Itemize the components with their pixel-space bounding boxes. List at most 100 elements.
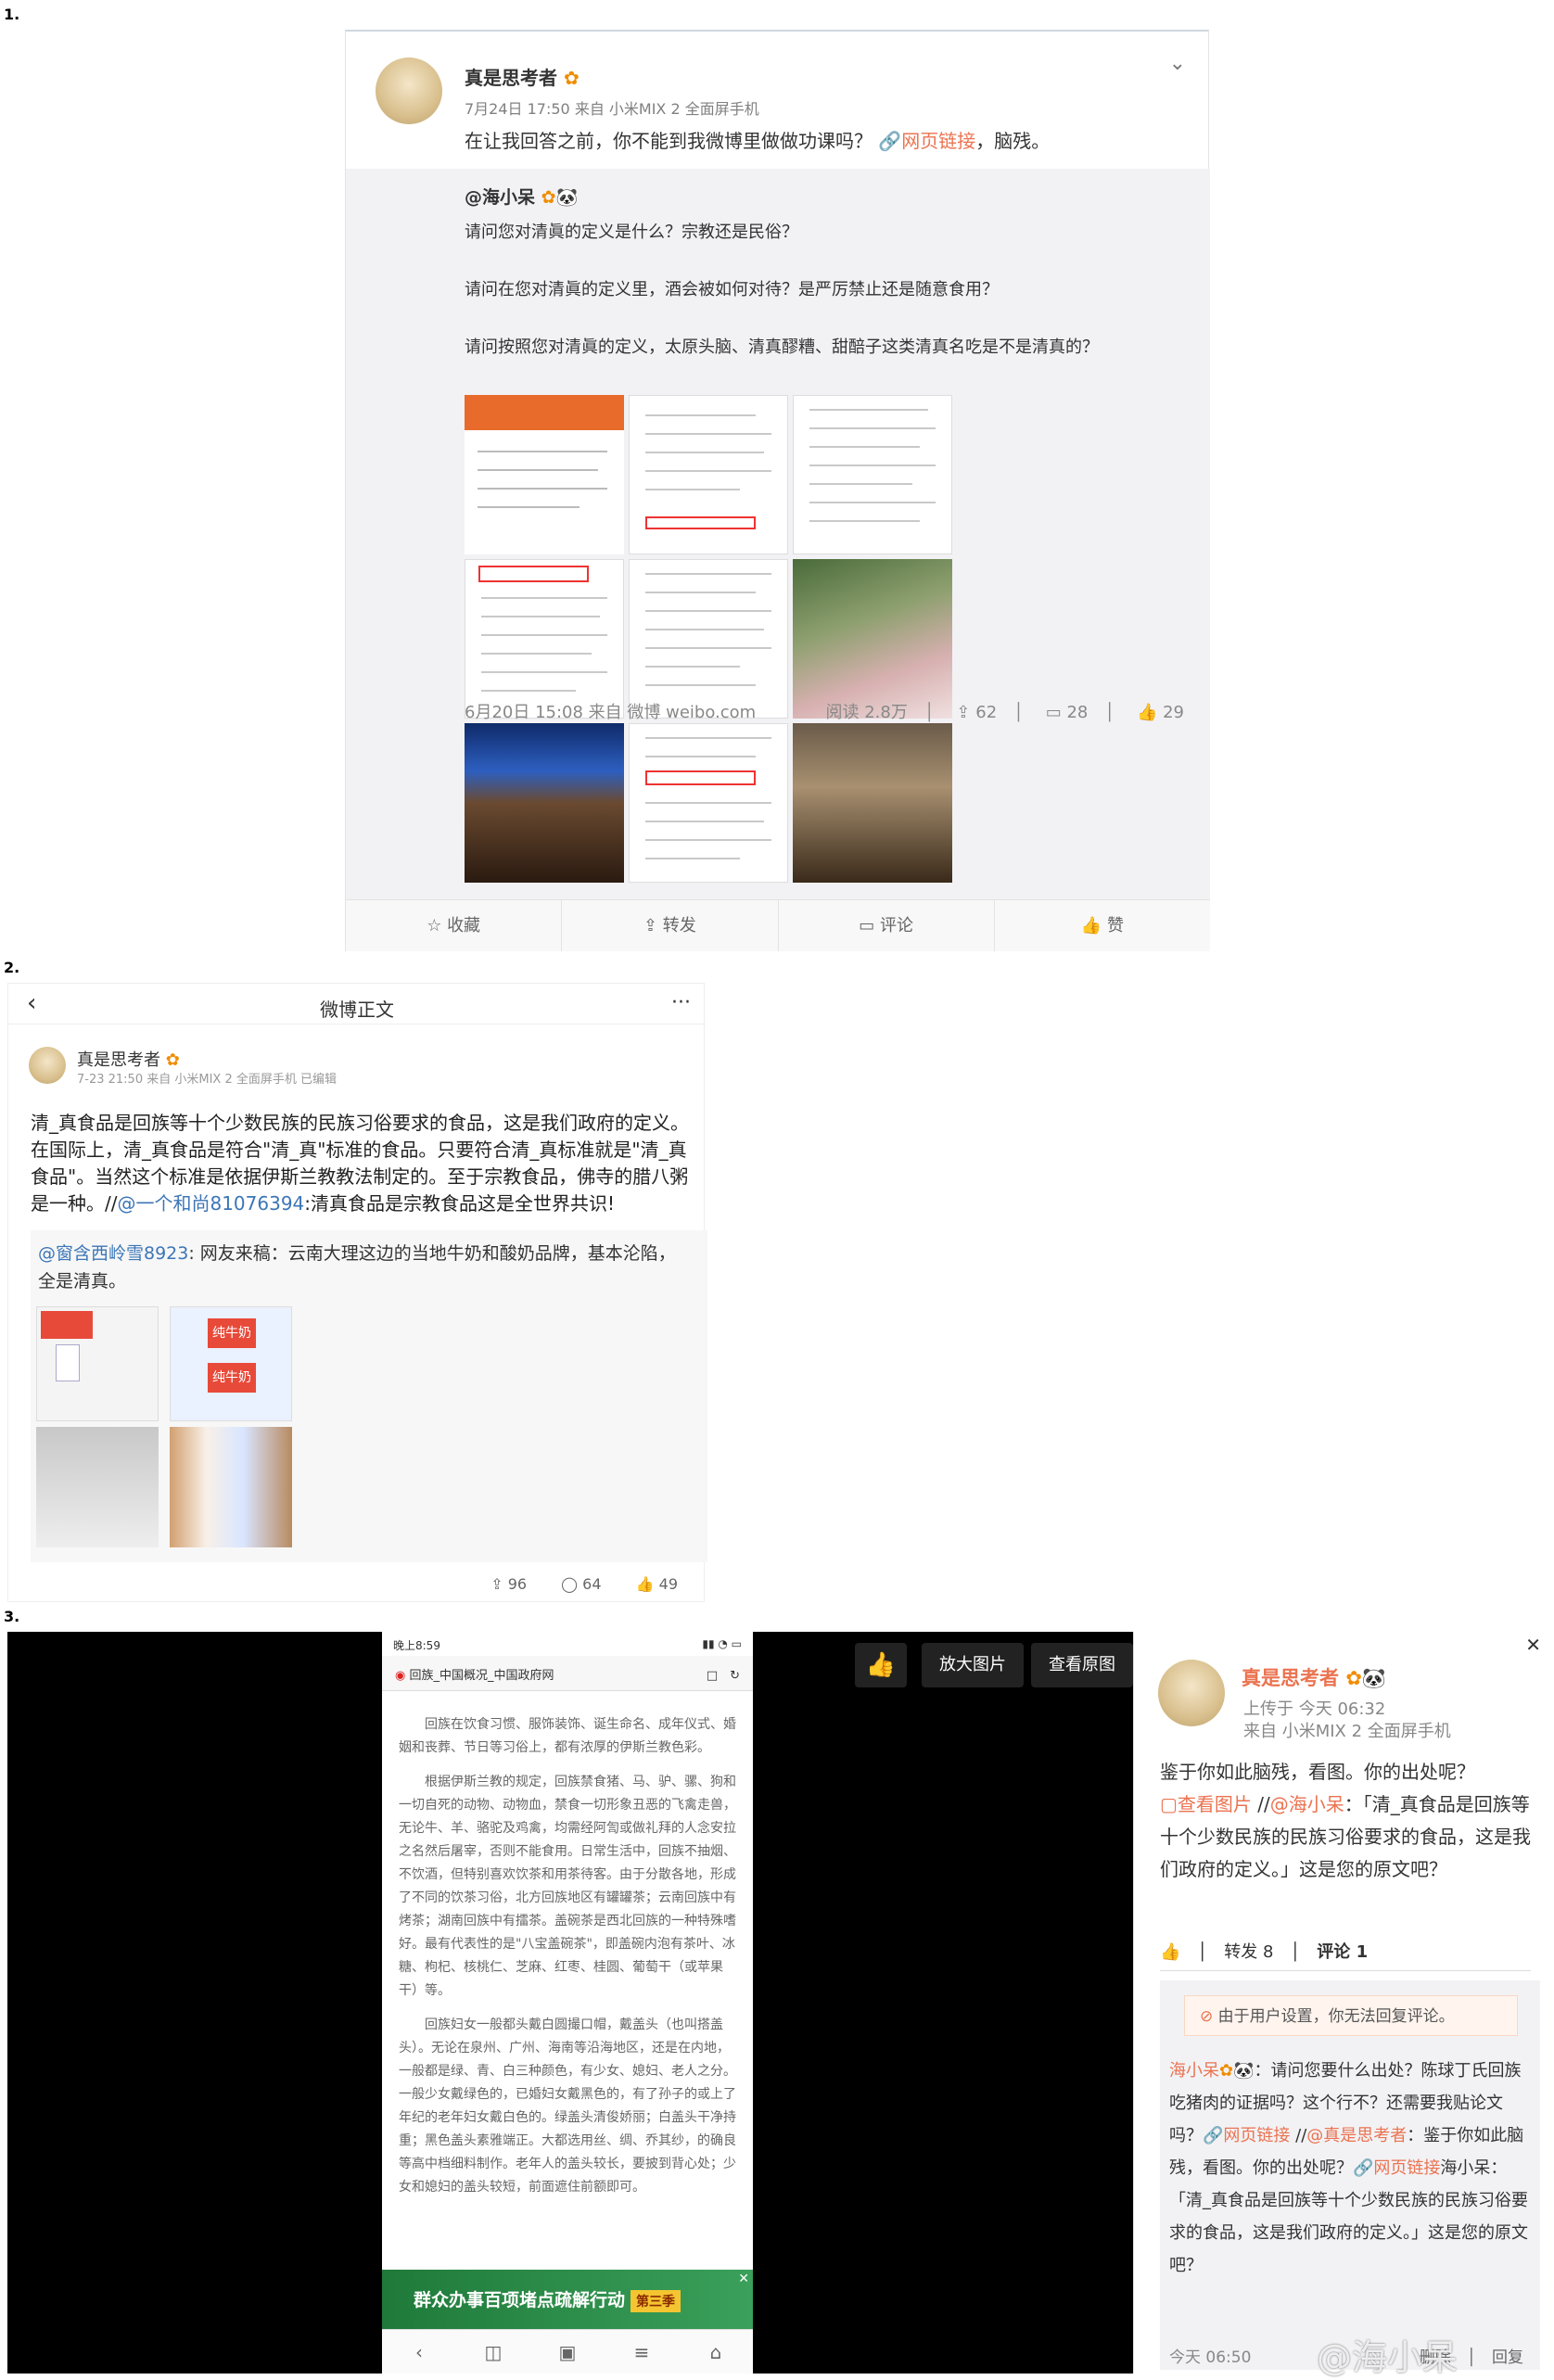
more-icon[interactable]: ···: [671, 991, 691, 1014]
repost-username[interactable]: @海小呆 ✿🐼: [465, 184, 578, 209]
username[interactable]: 真是思考者 ✿🐼: [1242, 1663, 1386, 1691]
article-paragraph: 根据伊斯兰教的规定，回族禁食猪、马、驴、骡、狗和一切自死的动物、动物血，禁食一切…: [399, 1775, 736, 1998]
post-text: 清_真食品是回族等十个少数民族的民族习俗要求的食品，这是我们政府的定义。在国际上…: [31, 1112, 689, 1215]
comment-text: 海小呆✿🐼：请问您要什么出处？陈球丁氏回族吃猪肉的证据吗？这个行不？还需要我贴论…: [1169, 2061, 1528, 2275]
post-text: 在让我回答之前，你不能到我微博里做做功课吗？ 🔗网页链接，脑残。: [465, 130, 1051, 152]
image-thumbnail[interactable]: [465, 559, 624, 719]
reposted-content: @窗含西岭雪8923: 网友来稿：云南大理这边的当地牛奶和酸奶品牌，基本沦陷，全…: [31, 1230, 707, 1562]
image-thumbnail[interactable]: [793, 559, 952, 719]
like-icon[interactable]: 👍: [636, 1575, 655, 1593]
like-icon[interactable]: 👍: [1137, 703, 1157, 722]
image-thumbnail[interactable]: [36, 1427, 159, 1547]
browser-toolbar: ‹ ◫ ▣ ≡ ⌂: [382, 2329, 753, 2374]
repost-button[interactable]: ⇪ 转发: [562, 900, 779, 951]
comment-icon: ▭: [859, 916, 875, 935]
avatar[interactable]: [376, 57, 442, 124]
image-thumbnail[interactable]: [170, 1427, 292, 1547]
back-icon: ‹: [415, 2341, 423, 2363]
post-text: 鉴于你如此脑残，看图。你的出处呢？ ▢查看图片 //@海小呆：「清_真食品是回族等…: [1160, 1761, 1531, 1880]
comment-button[interactable]: ▭ 评论: [779, 900, 995, 951]
web-link[interactable]: 网页链接: [1223, 2126, 1290, 2145]
interaction-bar: 👍 │ 转发 8 │ 评论 1: [1160, 1934, 1531, 1971]
repost-meta: 6月20日 15:08 来自 微博 weibo.com: [465, 703, 757, 722]
like-count: 49: [658, 1575, 678, 1593]
username[interactable]: 真是思考者 ✿: [465, 63, 580, 90]
close-icon[interactable]: ✕: [1525, 1634, 1541, 1656]
status-bar: 晚上8:59 ▮▮ ◔ ▭: [393, 1637, 742, 1652]
image-thumbnail[interactable]: [465, 395, 624, 554]
section-label-1: 1.: [4, 6, 20, 23]
avatar[interactable]: [29, 1047, 66, 1084]
vip-badge-icon: ✿: [1219, 2061, 1234, 2081]
star-icon: ☆: [427, 916, 442, 935]
panda-emoji-icon: 🐼: [1233, 2061, 1255, 2081]
username[interactable]: 真是思考者 ✿: [77, 1047, 180, 1071]
repost-text: @窗含西岭雪8923: 网友来稿：云南大理这边的当地牛奶和酸奶品牌，基本沦陷，全…: [38, 1243, 676, 1292]
original-image-button[interactable]: 查看原图: [1031, 1643, 1133, 1687]
signal-icon: ▮▮ ◔ ▭: [702, 1637, 742, 1650]
avatar[interactable]: [1158, 1660, 1225, 1726]
image-thumbnail[interactable]: [629, 559, 788, 719]
emblem-icon: ◉: [395, 1669, 406, 1683]
repost-icon[interactable]: ⇪: [490, 1575, 503, 1593]
book-icon: ◫: [484, 2341, 503, 2363]
home-icon: ⌂: [709, 2341, 722, 2363]
reads-count: 阅读 2.8万: [825, 703, 908, 722]
zoom-button[interactable]: 放大图片: [922, 1643, 1024, 1687]
close-icon: ✕: [738, 2272, 749, 2286]
comment-icon[interactable]: ▭: [1046, 703, 1062, 722]
url-bar: ◉ 回族_中国概况_中国政府网 □ ↻: [382, 1656, 753, 1691]
action-bar: ☆ 收藏 ⇪ 转发 ▭ 评论 👍 赞: [346, 899, 1210, 951]
mention-link[interactable]: @海小呆: [1270, 1793, 1344, 1815]
mention-link[interactable]: @真是思考者: [1306, 2126, 1407, 2145]
favorite-button[interactable]: ☆ 收藏: [346, 900, 563, 951]
like-icon: 👍: [1080, 916, 1102, 935]
repost-icon[interactable]: ⇪: [956, 703, 970, 722]
watermark: @海小呆: [1317, 2337, 1458, 2378]
panda-emoji-icon: 🐼: [1361, 1667, 1387, 1689]
image-icon: ▢: [1160, 1793, 1178, 1815]
mention-link[interactable]: @窗含西岭雪8923: [38, 1243, 188, 1264]
chevron-down-icon[interactable]: ⌄: [1169, 52, 1186, 75]
mention-link[interactable]: @一个和尚81076394: [117, 1192, 304, 1215]
web-link[interactable]: 网页链接: [901, 130, 975, 152]
repost-count: 62: [975, 703, 998, 722]
reply-link[interactable]: 回复: [1492, 2348, 1523, 2367]
image-thumbnail[interactable]: 纯牛奶 纯牛奶: [170, 1306, 292, 1421]
page-icon: ▣: [558, 2341, 577, 2363]
question-3: 请问按照您对清眞的定义，太原头脑、清真醪糟、甜醅子这类清真名吃是不是清真的？: [465, 337, 1099, 357]
vip-badge-icon: ✿: [541, 187, 556, 208]
like-icon[interactable]: 👍: [1160, 1942, 1180, 1962]
comment-box: ⊘ 由于用户设置，你无法回复评论。 海小呆✿🐼：请问您要什么出处？陈球丁氏回族吃…: [1160, 1980, 1540, 2370]
image-thumbnail[interactable]: [465, 723, 624, 883]
reload-icon: □ ↻: [706, 1669, 740, 1683]
warning-icon: ⊘: [1200, 2007, 1214, 2026]
repost-stats: 阅读 2.8万 │ ⇪ 62 │ ▭ 28 │ 👍 29: [825, 703, 1185, 722]
view-image-link[interactable]: ▢查看图片: [1160, 1793, 1252, 1815]
like-icon[interactable]: 👍: [855, 1643, 907, 1687]
like-button[interactable]: 👍 赞: [995, 900, 1210, 951]
post-meta: 上传于 今天 06:32 来自 小米MIX 2 全面屏手机: [1243, 1699, 1451, 1741]
post-stats: ⇪ 96 ◯ 64 👍 49: [490, 1572, 678, 1594]
image-thumbnail[interactable]: [36, 1306, 159, 1421]
image-thumbnail[interactable]: [629, 723, 788, 883]
image-thumbnail[interactable]: [793, 723, 952, 883]
comment-icon[interactable]: ◯: [561, 1575, 578, 1593]
reply-restricted-notice: ⊘ 由于用户设置，你无法回复评论。: [1184, 1995, 1518, 2036]
repost-icon: ⇪: [643, 916, 658, 935]
image-thumbnail[interactable]: [793, 395, 952, 554]
web-link[interactable]: 网页链接: [1373, 2158, 1440, 2178]
question-2: 请问在您对清眞的定义里，酒会被如何对待？是严厉禁止还是随意食用？: [465, 280, 999, 299]
comment-username[interactable]: 海小呆: [1169, 2061, 1219, 2081]
post-meta: 7月24日 17:50 来自 小米MIX 2 全面屏手机: [465, 100, 759, 118]
phone-screenshot[interactable]: 晚上8:59 ▮▮ ◔ ▭ ◉ 回族_中国概况_中国政府网 □ ↻ 回族在饮食习惯、…: [382, 1632, 753, 2374]
image-viewer-backdrop: [753, 1632, 1133, 2374]
article-paragraph: 回族妇女一般都头戴白圆撮口帽，戴盖头（也叫搭盖头）。无论在泉州、广州、海南等沿海…: [399, 2017, 736, 2195]
link-icon: 🔗: [1353, 2158, 1374, 2178]
post-meta: 7-23 21:50 来自 小米MIX 2 全面屏手机 已编辑: [77, 1073, 337, 1087]
mobile-post-detail: ‹ 微博正文 ··· 真是思考者 ✿ 7-23 21:50 来自 小米MIX 2…: [7, 983, 707, 1602]
comment-tab[interactable]: 评论 1: [1317, 1942, 1368, 1962]
image-thumbnail[interactable]: [629, 395, 788, 554]
repost-tab[interactable]: 转发 8: [1224, 1942, 1273, 1962]
like-count: 29: [1163, 703, 1184, 722]
